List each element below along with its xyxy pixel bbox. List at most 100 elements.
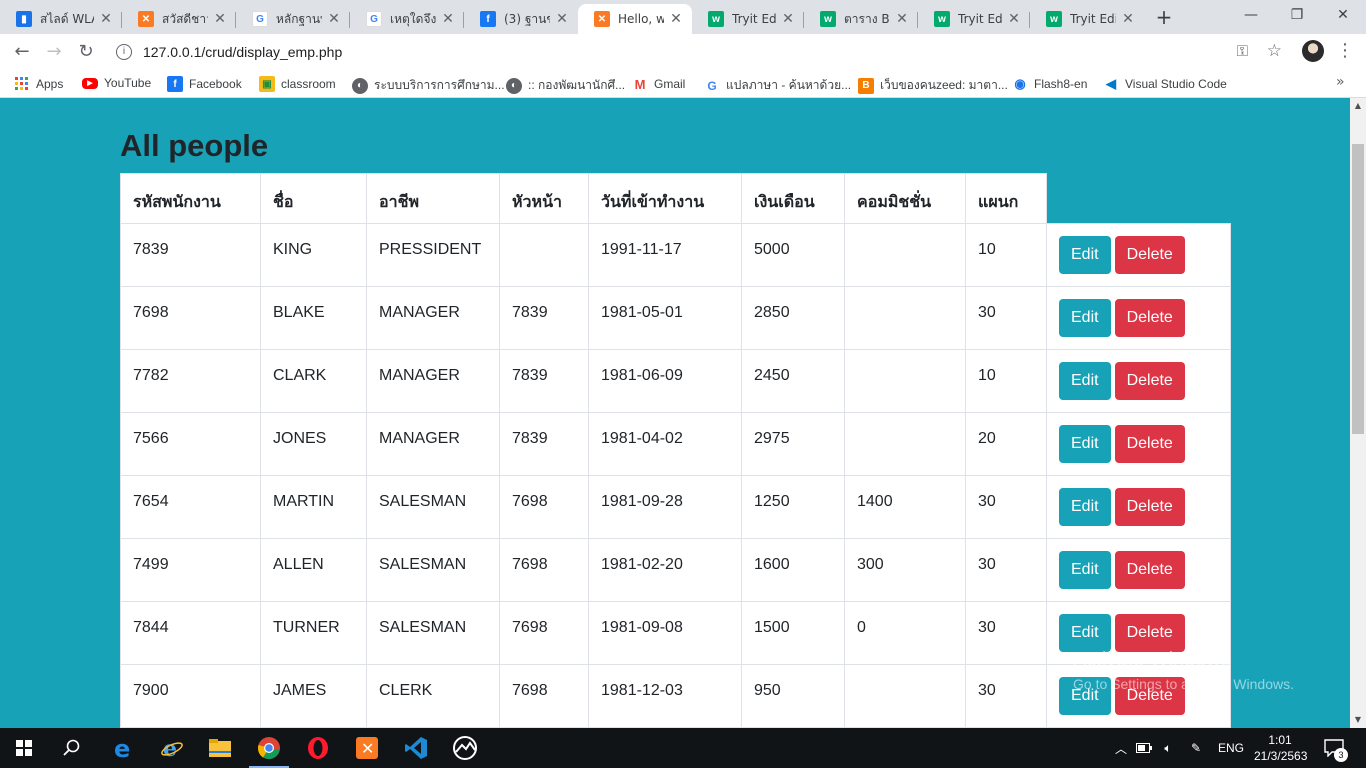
scroll-up-icon[interactable]: ▲ [1350, 98, 1366, 114]
bookmark-facebook[interactable]: f Facebook [167, 76, 242, 92]
internet-explorer-icon[interactable]: e [148, 728, 196, 768]
vscode-icon[interactable] [392, 728, 440, 768]
search-icon[interactable] [48, 728, 96, 768]
address-bar[interactable]: i 127.0.0.1/crud/display_emp.php ⚿ ☆ [110, 38, 1290, 66]
close-icon[interactable]: ✕ [98, 11, 114, 27]
close-icon[interactable]: ✕ [780, 11, 796, 27]
minimize-icon[interactable]: — [1228, 0, 1274, 30]
key-icon[interactable]: ⚿ [1237, 42, 1248, 60]
browser-tab[interactable]: G หลักฐานท ✕ [236, 4, 350, 34]
file-explorer-icon[interactable] [196, 728, 244, 768]
bookmark-gmail[interactable]: M Gmail [632, 76, 685, 92]
back-icon[interactable]: ← [8, 38, 36, 66]
bookmark-education-service[interactable]: ◐ ระบบบริการการศึกษาม... [352, 76, 505, 95]
bookmark-vscode[interactable]: ◀ Visual Studio Code [1103, 76, 1227, 92]
browser-tab[interactable]: w ตาราง Boo ✕ [804, 4, 918, 34]
column-header: แผนก [965, 173, 1047, 224]
bookmark-translate[interactable]: G แปลภาษา - ค้นหาด้วย... [704, 76, 851, 95]
close-icon[interactable]: ✕ [326, 11, 342, 27]
delete-button[interactable]: Delete [1114, 488, 1185, 526]
tab-title: Tryit Edit [958, 12, 1002, 26]
delete-button[interactable]: Delete [1114, 425, 1185, 463]
info-icon[interactable]: i [116, 44, 132, 60]
table-row: 7844 TURNER SALESMAN 7698 1981-09-08 1500 0 30 E… [120, 601, 1231, 665]
tab-title: Tryit Edit [732, 12, 776, 26]
scrollbar-thumb[interactable] [1352, 144, 1364, 434]
clock[interactable]: 1:01 21/3/2563 [1254, 732, 1308, 764]
browser-toolbar: ← → ↻ i 127.0.0.1/crud/display_emp.php ⚿… [0, 34, 1366, 70]
language-indicator[interactable]: ENG [1216, 728, 1246, 768]
url-text[interactable]: 127.0.0.1/crud/display_emp.php [143, 44, 342, 60]
chevron-right-icon[interactable]: » [1336, 74, 1345, 90]
battery-icon[interactable] [1134, 728, 1154, 768]
xampp-icon[interactable]: ✕ [343, 728, 391, 768]
youtube-icon: ▶ [82, 77, 98, 89]
w3schools-icon: w [1046, 11, 1062, 27]
close-icon[interactable]: ✕ [212, 11, 228, 27]
vertical-scrollbar[interactable]: ▲ ▼ [1350, 98, 1366, 728]
browser-tab[interactable]: w Tryit Edit ✕ [1030, 4, 1144, 34]
menu-icon[interactable]: ⋮ [1336, 38, 1354, 64]
delete-button[interactable]: Delete [1114, 299, 1185, 337]
browser-tab[interactable]: w Tryit Edit ✕ [918, 4, 1030, 34]
table-cell: 0 [844, 601, 966, 665]
edit-button[interactable]: Edit [1059, 551, 1111, 589]
table-cell: 30 [965, 664, 1047, 728]
browser-tab[interactable]: G เหตุใดจึงต้อ ✕ [350, 4, 464, 34]
column-header: คอมมิชชั่น [844, 173, 966, 224]
edit-button[interactable]: Edit [1059, 362, 1111, 400]
browser-tab[interactable]: w Tryit Edit ✕ [692, 4, 804, 34]
delete-button[interactable]: Delete [1114, 551, 1185, 589]
tab-title: Tryit Edit [1070, 12, 1116, 26]
table-cell: 1981-05-01 [588, 286, 742, 350]
profile-avatar[interactable] [1302, 40, 1324, 62]
bookmark-blogger[interactable]: B เว็บของคนzeed: มาตา... [858, 76, 1008, 95]
edge-icon[interactable]: e [99, 728, 147, 768]
pen-icon[interactable]: ✎ [1184, 728, 1208, 768]
delete-button[interactable]: Delete [1114, 236, 1185, 274]
clock-date: 21/3/2563 [1254, 749, 1308, 763]
row-actions: Edit Delete [1046, 349, 1231, 413]
column-header: อาชีพ [366, 173, 500, 224]
chrome-icon[interactable] [245, 728, 293, 768]
scroll-down-icon[interactable]: ▼ [1350, 712, 1366, 728]
edit-button[interactable]: Edit [1059, 614, 1111, 652]
bookmark-apps[interactable]: Apps [14, 76, 63, 92]
volume-icon[interactable]: 🔈︎ [1158, 728, 1178, 768]
browser-tab[interactable]: ▮ สไลด์ WLA ✕ [0, 4, 122, 34]
app-icon[interactable] [441, 728, 489, 768]
bookmark-student-affairs[interactable]: ◐:: กองพัฒนานักศึ... [506, 76, 625, 95]
page-content: All people รหัสพนักงาน ชื่อ อาชีพ หัวหน้… [0, 98, 1350, 728]
edit-button[interactable]: Edit [1059, 236, 1111, 274]
bookmark-label: Apps [36, 77, 64, 91]
close-icon[interactable]: ✕ [668, 11, 684, 27]
edit-button[interactable]: Edit [1059, 425, 1111, 463]
windows-start-icon[interactable] [0, 728, 48, 768]
delete-button[interactable]: Delete [1114, 614, 1185, 652]
bookmark-classroom[interactable]: ▣ classroom [259, 76, 336, 92]
reload-icon[interactable]: ↻ [72, 38, 100, 66]
edit-button[interactable]: Edit [1059, 488, 1111, 526]
close-window-icon[interactable]: ✕ [1320, 0, 1366, 30]
close-icon[interactable]: ✕ [1120, 11, 1136, 27]
opera-icon[interactable] [294, 728, 342, 768]
new-tab-icon[interactable]: + [1152, 4, 1176, 30]
browser-tab-active[interactable]: ✕ Hello, wo ✕ [578, 4, 692, 34]
table-body: 7839 KING PRESSIDENT 1991-11-17 5000 10 Edit De… [120, 223, 1231, 728]
close-icon[interactable]: ✕ [894, 11, 910, 27]
browser-tab[interactable]: f (3) ฐานข้อ ✕ [464, 4, 578, 34]
browser-tab[interactable]: ✕ สวัสดีชาวโ ✕ [122, 4, 236, 34]
bookmark-star-icon[interactable]: ☆ [1267, 41, 1282, 61]
bookmark-flash8[interactable]: ◉ Flash8-en [1012, 76, 1087, 92]
delete-button[interactable]: Delete [1114, 362, 1185, 400]
bookmark-youtube[interactable]: ▶ YouTube [82, 76, 151, 90]
edit-button[interactable]: Edit [1059, 299, 1111, 337]
table-cell: 7839 [499, 349, 589, 413]
chevron-up-icon[interactable]: ︿ [1112, 728, 1130, 768]
close-icon[interactable]: ✕ [554, 11, 570, 27]
close-icon[interactable]: ✕ [440, 11, 456, 27]
restore-icon[interactable]: ❐ [1274, 0, 1320, 30]
forward-icon[interactable]: → [40, 38, 68, 66]
table-cell: 20 [965, 412, 1047, 476]
close-icon[interactable]: ✕ [1006, 11, 1022, 27]
